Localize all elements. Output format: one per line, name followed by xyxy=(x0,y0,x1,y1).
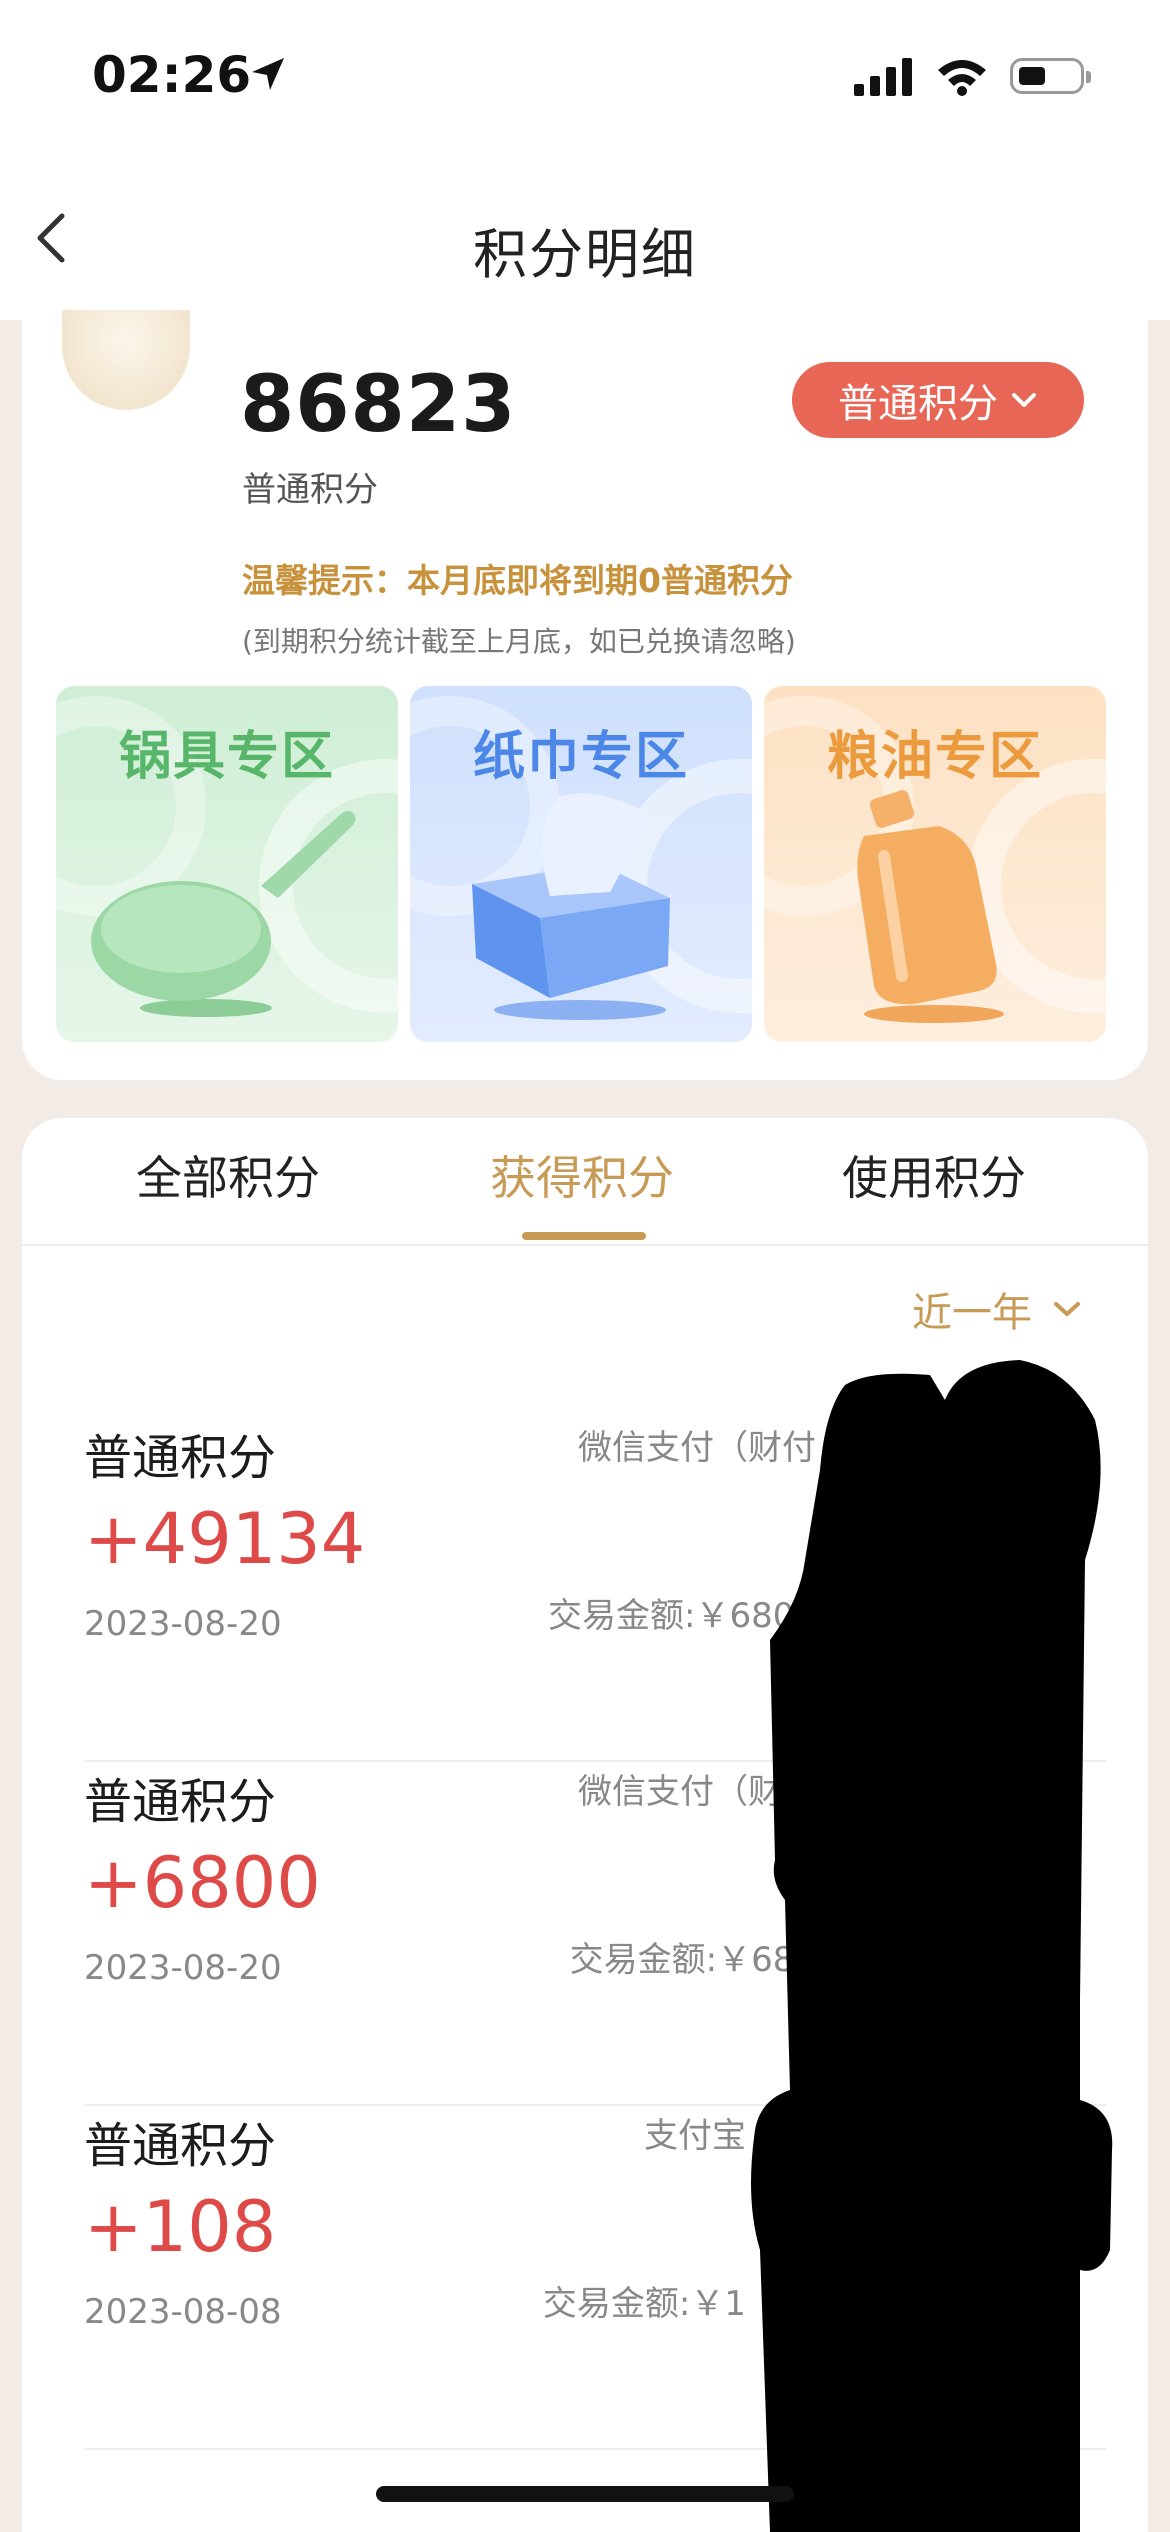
date-range-label: 近一年 xyxy=(912,1290,1032,1336)
wifi-icon xyxy=(938,60,986,96)
record-title: 普通积分 xyxy=(84,1430,277,1486)
chevron-down-icon xyxy=(1054,1302,1080,1316)
record-date: 2023-08-20 xyxy=(84,1604,282,1644)
zone-grain-oil[interactable]: 粮油专区 xyxy=(764,686,1106,1042)
expiry-tip: 温馨提示：本月底即将到期0普通积分 xyxy=(242,561,793,600)
tab-earned-points[interactable]: 获得积分 xyxy=(490,1142,674,1208)
record-trade-amount: 交易金额:￥680 xyxy=(569,1940,816,1980)
points-balance-label: 普通积分 xyxy=(242,470,378,510)
status-bar: 02:26 xyxy=(0,0,1170,150)
row-divider xyxy=(84,2448,1106,2450)
cellular-signal-icon xyxy=(854,58,912,96)
record-description: 微信支付（财付 xyxy=(578,1772,816,1812)
zone-grain-oil-title: 粮油专区 xyxy=(826,727,1043,787)
record-description: 支付宝 xyxy=(644,2116,746,2156)
record-amount: +108 xyxy=(84,2186,277,2268)
expiry-tip-note: (到期积分统计截至上月底，如已兑换请忽略) xyxy=(242,625,796,658)
zone-tissue-title: 纸巾专区 xyxy=(472,727,689,787)
points-records-card: 全部积分 获得积分 使用积分 近一年 普通积分 +49134 2023-08-2… xyxy=(22,1118,1148,2532)
record-title: 普通积分 xyxy=(84,2118,277,2174)
chevron-down-icon xyxy=(1012,393,1036,407)
page-title: 积分明细 xyxy=(473,223,697,286)
tab-all-points[interactable]: 全部积分 xyxy=(136,1142,320,1208)
status-time: 02:26 xyxy=(92,46,252,104)
points-type-label: 普通积分 xyxy=(838,381,998,427)
list-item[interactable]: 普通积分 +108 2023-08-08 支付宝 交易金额:￥1 xyxy=(84,2106,1106,2450)
tab-bar: 全部积分 获得积分 使用积分 xyxy=(22,1118,1148,1246)
record-amount: +6800 xyxy=(84,1842,321,1924)
record-date: 2023-08-08 xyxy=(84,2292,282,2332)
record-description: 微信支付（财付 xyxy=(578,1428,816,1468)
location-arrow-icon xyxy=(252,58,284,90)
points-balance: 86823 xyxy=(240,360,517,450)
record-trade-amount: 交易金额:￥6800 xyxy=(548,1596,816,1636)
record-date: 2023-08-20 xyxy=(84,1948,282,1988)
points-type-selector[interactable]: 普通积分 xyxy=(792,362,1084,438)
points-summary-card: 86823 普通积分 普通积分 温馨提示：本月底即将到期0普通积分 (到期积分统… xyxy=(22,310,1148,1080)
zone-cookware[interactable]: 锅具专区 xyxy=(56,686,398,1042)
tab-used-points[interactable]: 使用积分 xyxy=(842,1142,1026,1208)
list-item[interactable]: 普通积分 +49134 2023-08-20 微信支付（财付 交易金额:￥680… xyxy=(84,1418,1106,1762)
record-title: 普通积分 xyxy=(84,1774,277,1830)
active-tab-indicator xyxy=(522,1232,646,1240)
zone-tissue[interactable]: 纸巾专区 xyxy=(410,686,752,1042)
list-item[interactable]: 普通积分 +6800 2023-08-20 微信支付（财付 交易金额:￥680 xyxy=(84,1762,1106,2106)
record-amount: +49134 xyxy=(84,1498,366,1580)
record-trade-amount: 交易金额:￥1 xyxy=(542,2284,746,2324)
battery-icon xyxy=(1010,58,1091,94)
avatar xyxy=(62,310,190,410)
date-range-filter[interactable]: 近一年 xyxy=(912,1280,1082,1338)
zone-cookware-title: 锅具专区 xyxy=(118,727,335,787)
home-indicator[interactable] xyxy=(376,2486,794,2502)
nav-bar: 积分明细 xyxy=(0,150,1170,320)
